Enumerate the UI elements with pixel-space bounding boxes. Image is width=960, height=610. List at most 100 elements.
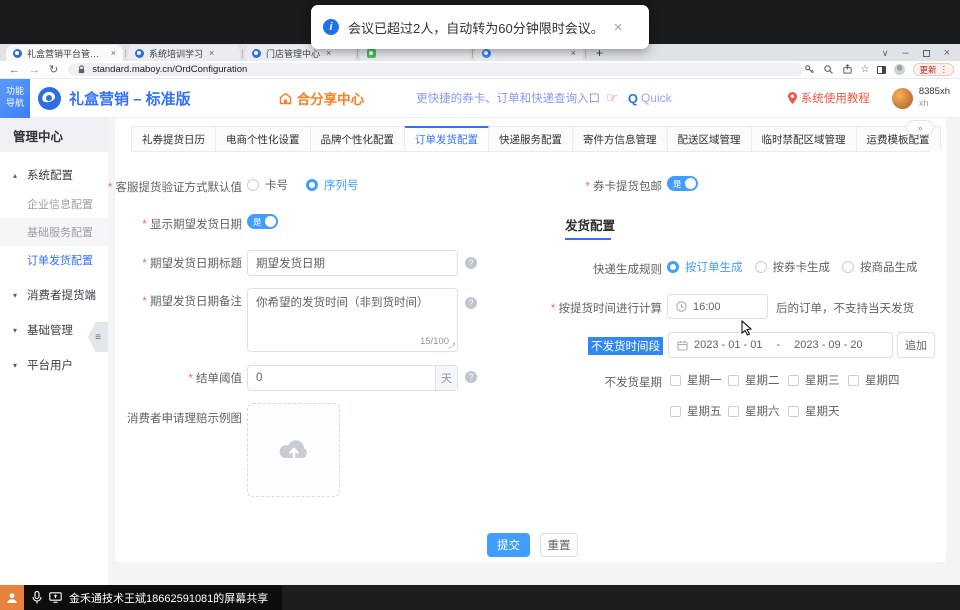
weekday-checkbox[interactable]: 星期天	[788, 403, 840, 419]
share-icon[interactable]	[842, 64, 853, 75]
weekday-checkbox[interactable]: 星期五	[670, 403, 722, 419]
radio-label[interactable]: 序列号	[324, 177, 359, 193]
tab-close-icon[interactable]: ×	[209, 48, 214, 58]
browser-tab-1[interactable]: 礼盒营销平台管理中心 ×	[6, 45, 123, 61]
radio-serial-number[interactable]	[306, 179, 318, 191]
cloud-upload-icon	[277, 437, 311, 463]
maximize-button[interactable]	[923, 50, 930, 57]
screen-share-icon[interactable]	[49, 592, 62, 603]
sidebar-item-order-delivery[interactable]: 订单发货配置	[0, 246, 108, 274]
radio-label[interactable]: 按券卡生成	[773, 259, 831, 275]
tab-brand-custom[interactable]: 品牌个性化配置	[311, 126, 406, 151]
bookmark-star-icon[interactable]: ☆	[861, 64, 870, 75]
tab-express-service[interactable]: 快递服务配置	[489, 126, 573, 151]
password-key-icon[interactable]	[804, 64, 815, 75]
show-expected-toggle[interactable]: 是	[247, 214, 278, 229]
forward-icon[interactable]: →	[29, 64, 40, 76]
radio-card-number[interactable]	[247, 179, 259, 191]
more-tabs-button[interactable]: »	[906, 120, 934, 135]
tab-sender-info[interactable]: 寄件方信息管理	[573, 126, 668, 151]
app-logo	[38, 87, 61, 110]
reload-icon[interactable]: ↻	[49, 63, 58, 76]
chrome-update-button[interactable]: 更新 ⋮	[913, 63, 954, 76]
sidebar-group-platform-users[interactable]: ▾ 平台用户	[0, 350, 108, 380]
weekday-checkbox[interactable]: 星期四	[848, 372, 900, 388]
tab-close-icon[interactable]: ×	[571, 48, 576, 58]
tab-close-icon[interactable]: ×	[326, 48, 331, 58]
reset-button[interactable]: 重置	[540, 533, 578, 557]
tutorial-link[interactable]: 系统使用教程	[788, 90, 870, 106]
banner-close-icon[interactable]: ×	[614, 19, 623, 36]
checkbox-icon[interactable]	[848, 375, 859, 386]
sidebar-item-label: 企业信息配置	[27, 196, 93, 212]
checkbox-icon[interactable]	[788, 375, 799, 386]
tab-close-icon[interactable]: ×	[111, 48, 116, 58]
radio-by-product[interactable]	[842, 261, 854, 273]
user-avatar	[892, 88, 913, 109]
checkbox-icon[interactable]	[670, 406, 681, 417]
radio-label[interactable]: 按商品生成	[860, 259, 918, 275]
participant-icon-box[interactable]	[0, 585, 24, 610]
resize-handle-icon[interactable]	[448, 342, 455, 349]
tabsearch-chevron-icon[interactable]: ∨	[882, 48, 889, 59]
quick-search-icon[interactable]: Q	[628, 91, 638, 106]
free-shipping-toggle[interactable]: 是	[667, 176, 698, 191]
close-threshold-input[interactable]	[248, 366, 435, 390]
weekday-checkbox[interactable]: 星期三	[788, 372, 840, 388]
split-screen-icon[interactable]	[877, 66, 886, 74]
user-menu[interactable]: 8385xh xh	[892, 86, 950, 109]
expected-note-textarea[interactable]: 你希望的发货时间（非到货时间） 15/100	[247, 288, 458, 352]
quick-label[interactable]: Quick	[641, 91, 672, 105]
field-label: 消费者申请理赔示例图	[127, 410, 242, 426]
radio-label[interactable]: 按订单生成	[685, 259, 743, 275]
submit-button[interactable]: 提交	[487, 533, 530, 557]
toggle-on-label: 是	[673, 178, 682, 190]
checkbox-icon[interactable]	[728, 406, 739, 417]
checkbox-icon[interactable]	[728, 375, 739, 386]
help-icon[interactable]: ?	[465, 257, 477, 269]
tab-order-delivery-config[interactable]: 订单发货配置	[405, 126, 489, 151]
help-icon[interactable]: ?	[465, 297, 477, 309]
tab-delivery-area[interactable]: 配送区域管理	[668, 126, 752, 151]
radio-label[interactable]: 卡号	[265, 177, 288, 193]
profile-avatar[interactable]	[894, 64, 905, 75]
share-center-link[interactable]: 合分享中心	[279, 88, 365, 108]
weekday-checkbox[interactable]: 星期一	[670, 372, 722, 388]
date-start: 2023 - 01 - 01	[694, 339, 763, 351]
function-nav-button[interactable]: 功能导航	[0, 79, 30, 118]
expected-title-input[interactable]	[247, 250, 458, 276]
address-bar[interactable]: standard.maboy.cn/OrdConfiguration	[68, 63, 803, 76]
radio-by-voucher[interactable]	[755, 261, 767, 273]
radio-by-order[interactable]	[667, 261, 679, 273]
no-ship-daterange-input[interactable]: 2023 - 01 - 01 - 2023 - 09 - 20	[668, 332, 893, 358]
browser-tab-label: 门店管理中心	[266, 47, 320, 60]
window-close-button[interactable]: ×	[944, 47, 950, 59]
screen-share-bar: 金禾通技术王斌18662591081的屏幕共享	[0, 585, 960, 610]
checkbox-icon[interactable]	[788, 406, 799, 417]
browser-tab-2[interactable]: 系统培训学习 ×	[128, 45, 240, 61]
section-title-delivery-config: 发货配置	[565, 215, 615, 234]
sidebar-item-basic-service[interactable]: 基础服务配置	[0, 218, 108, 246]
weekday-checkbox[interactable]: 星期二	[728, 372, 780, 388]
tab-gift-calendar[interactable]: 礼券提货日历	[131, 126, 216, 151]
help-icon[interactable]: ?	[465, 371, 477, 383]
sidebar-item-enterprise-info[interactable]: 企业信息配置	[0, 190, 108, 218]
weekday-checkbox[interactable]: 星期六	[728, 403, 780, 419]
zoom-icon[interactable]	[823, 64, 834, 75]
back-icon[interactable]: ←	[9, 64, 20, 76]
browser-tab-label: 礼盒营销平台管理中心	[27, 47, 105, 60]
tab-ecommerce-custom[interactable]: 电商个性化设置	[216, 126, 311, 151]
minimize-button[interactable]: –	[902, 47, 908, 59]
field-label: 显示期望发货日期	[142, 216, 242, 232]
microphone-icon[interactable]	[32, 591, 42, 604]
claim-example-upload[interactable]	[247, 403, 340, 497]
sidebar-group-consumer[interactable]: ▾ 消费者提货端	[0, 280, 108, 310]
checkbox-icon[interactable]	[670, 375, 681, 386]
mouse-cursor	[741, 320, 753, 336]
field-label: 券卡提货包邮	[585, 178, 662, 194]
pickup-time-input[interactable]: 16:00	[667, 294, 768, 319]
sidebar-group-system-config[interactable]: ▴ 系统配置	[0, 160, 108, 190]
field-label-highlighted: 不发货时间段	[588, 337, 663, 355]
append-button[interactable]: 追加	[897, 332, 935, 358]
tab-temp-restricted-area[interactable]: 临时禁配区域管理	[752, 126, 857, 151]
